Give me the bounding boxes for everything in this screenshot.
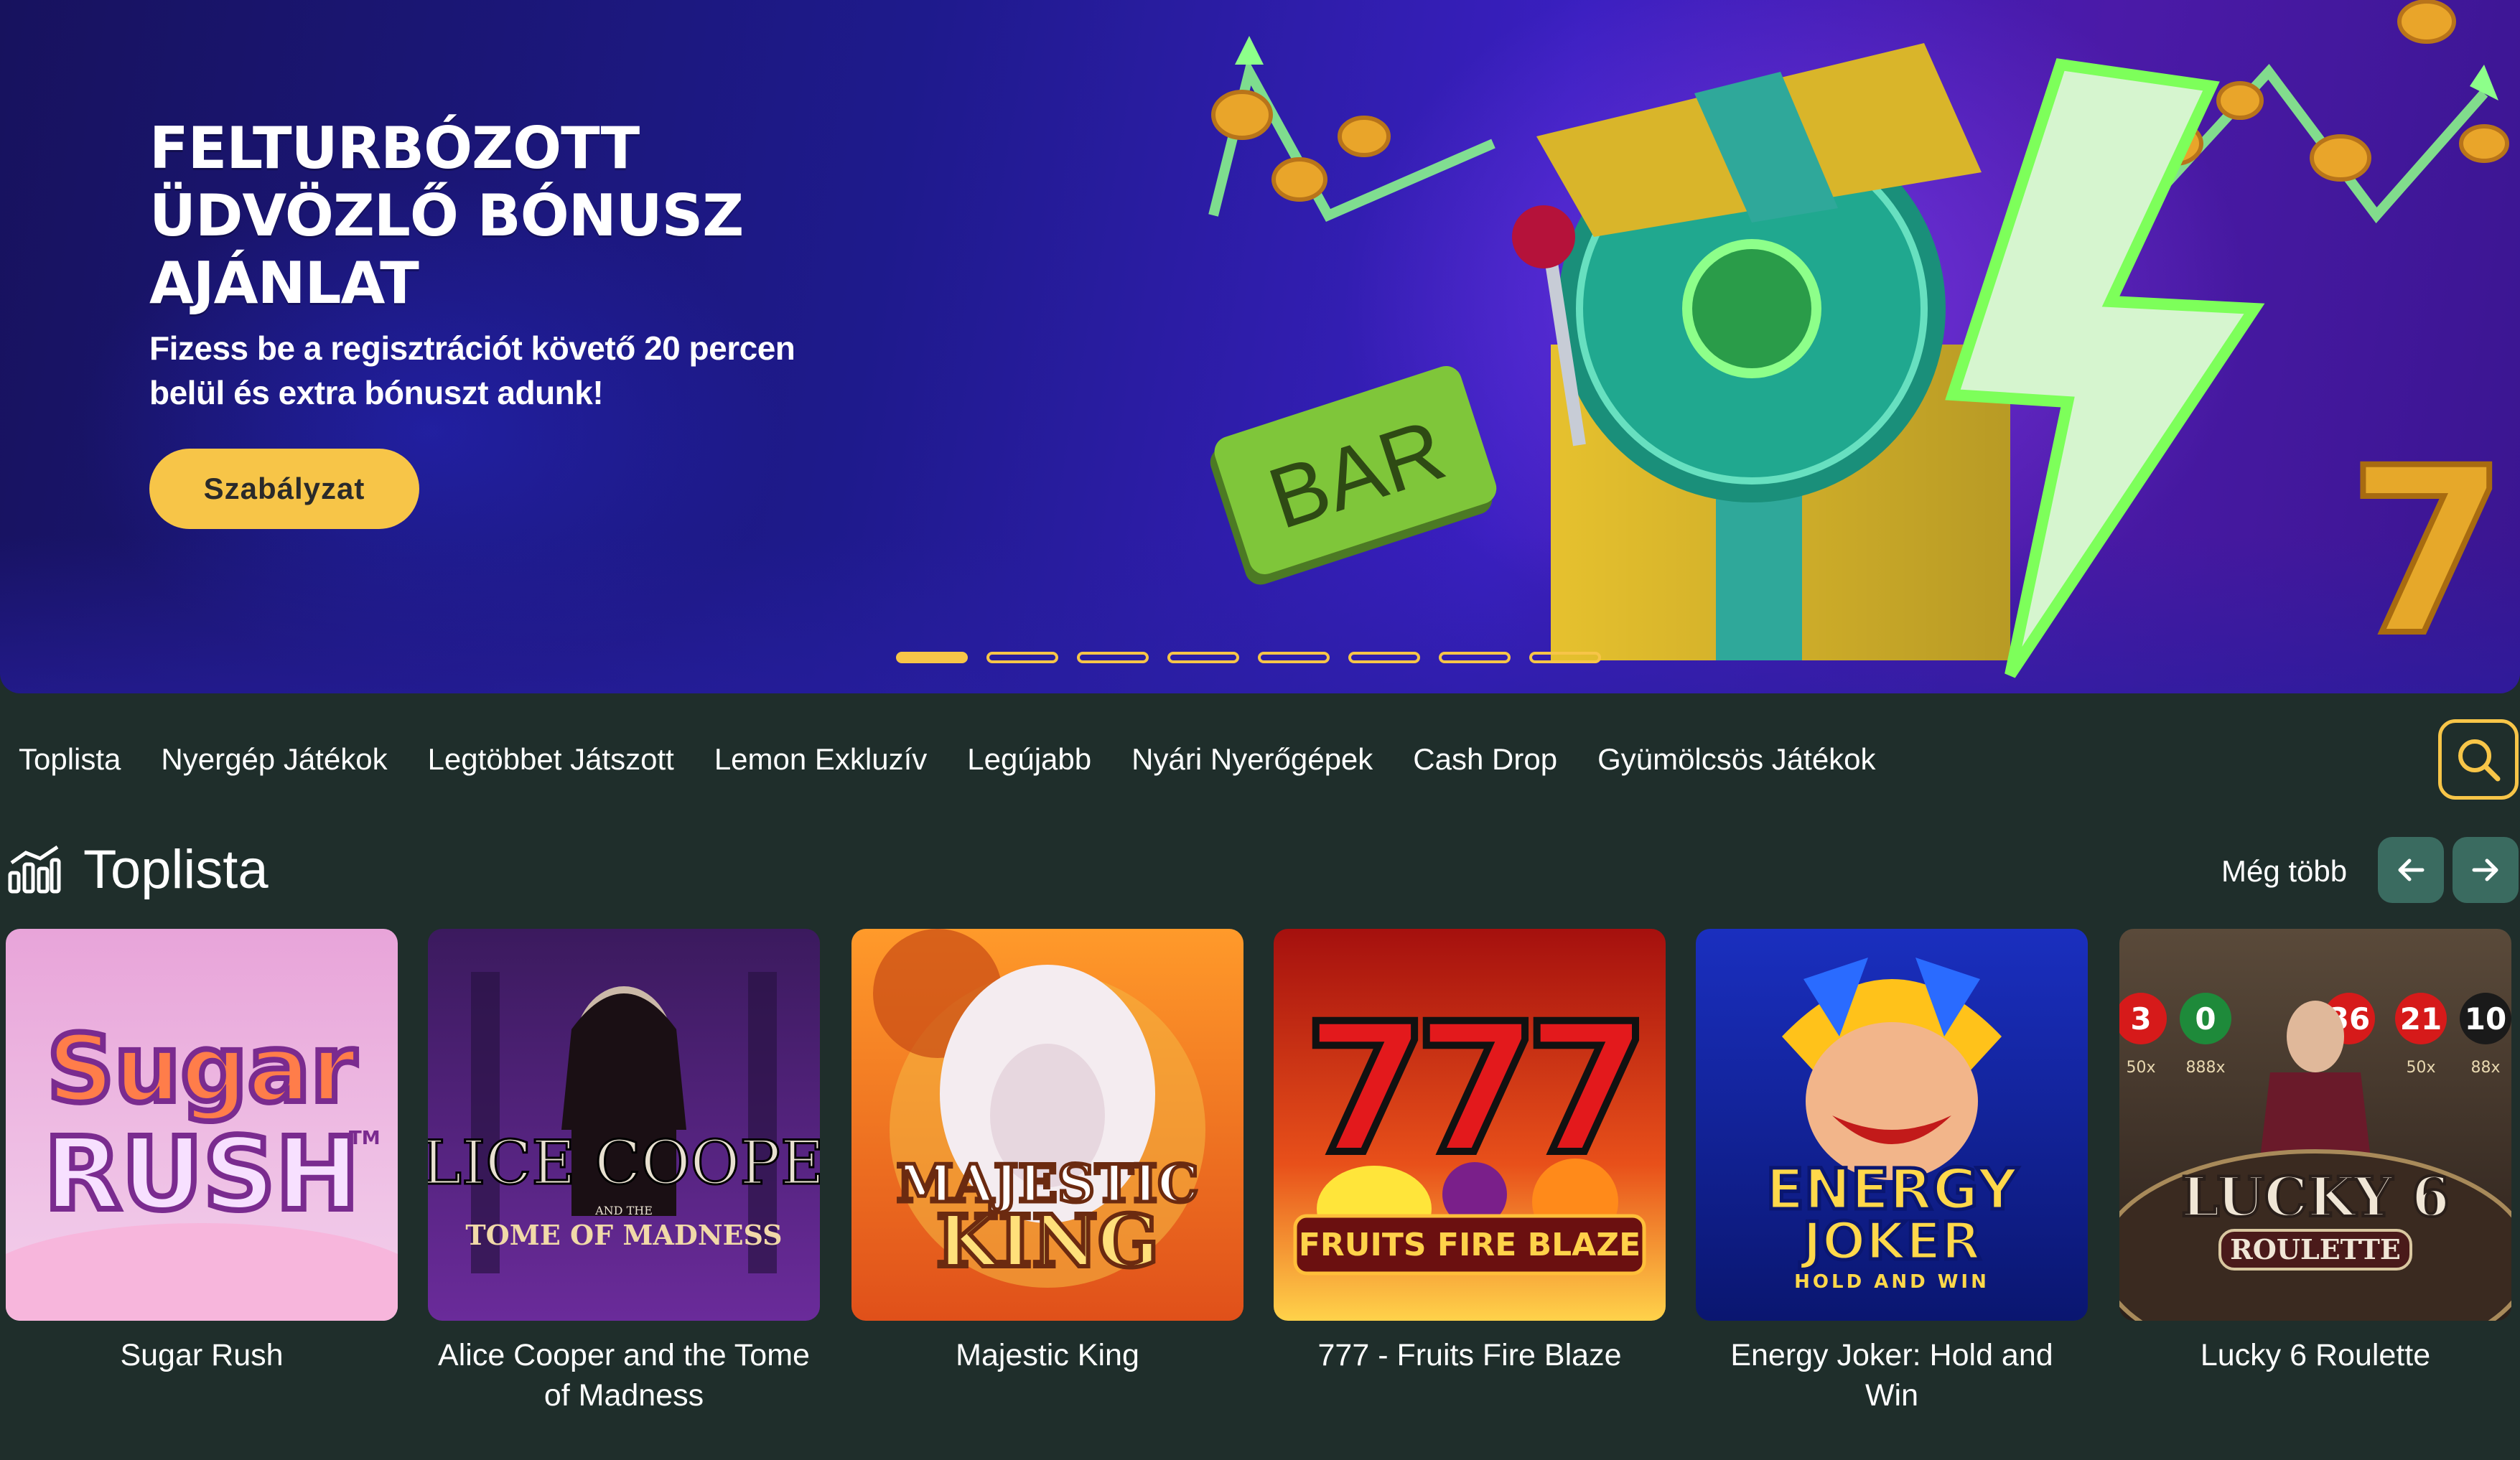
category-newest[interactable]: Legújabb [967, 742, 1091, 777]
game-title[interactable]: Alice Cooper and the Tome of Madness [428, 1335, 820, 1415]
hero-banner[interactable]: BAR 7 FELTURBÓZOTT ÜDVÖZLŐ BÓNUSZ AJÁNLA… [0, 0, 2520, 693]
category-most-played[interactable]: Legtöbbet Játszott [428, 742, 674, 777]
game-title[interactable]: 777 - Fruits Fire Blaze [1274, 1335, 1666, 1375]
alice-cooper-subtitle: AND THE [594, 1204, 653, 1217]
game-thumbnail[interactable]: ENERGY JOKER HOLD AND WIN [1696, 929, 2088, 1321]
carousel-dot-1[interactable] [896, 652, 968, 663]
sugar-rush-logo-top: Sugar [47, 1014, 356, 1123]
game-thumbnail[interactable]: 777 FRUITS FIRE BLAZE [1274, 929, 1666, 1321]
carousel-dot-7[interactable] [1439, 652, 1511, 663]
roulette-multiplier-1: 50x [2126, 1059, 2155, 1077]
roulette-number-0: 0 [2195, 1001, 2216, 1036]
category-summer-slots[interactable]: Nyári Nyerőgépek [1131, 742, 1373, 777]
game-card-lucky-6-roulette[interactable]: 3 0 36 21 10 50x 888x 50x 88x LUCKY 6 RO… [2119, 929, 2511, 1375]
game-card-777-fruits-fire-blaze[interactable]: 777 FRUITS FIRE BLAZE 777 - Fruits Fire … [1274, 929, 1666, 1375]
game-title[interactable]: Majestic King [851, 1335, 1243, 1375]
rules-button[interactable]: Szabályzat [149, 449, 419, 529]
category-cash-drop[interactable]: Cash Drop [1413, 742, 1557, 777]
hero-title: FELTURBÓZOTT ÜDVÖZLŐ BÓNUSZ AJÁNLAT [149, 115, 744, 317]
carousel-dot-3[interactable] [1077, 652, 1149, 663]
game-thumbnail[interactable]: 3 0 36 21 10 50x 888x 50x 88x LUCKY 6 RO… [2119, 929, 2511, 1321]
roulette-multiplier-3: 50x [2406, 1059, 2435, 1077]
carousel-dot-8[interactable] [1529, 652, 1601, 663]
carousel-prev-button[interactable] [2378, 837, 2444, 903]
more-link[interactable]: Még több [2221, 854, 2347, 889]
carousel-next-button[interactable] [2453, 837, 2519, 903]
game-card-majestic-king[interactable]: MAJESTIC KING Majestic King [851, 929, 1243, 1375]
roulette-multiplier-2: 888x [2185, 1059, 2225, 1077]
roulette-number-3: 3 [2130, 1001, 2151, 1036]
game-thumbnail[interactable]: Sugar RUSH TM [6, 929, 398, 1321]
carousel-dot-5[interactable] [1258, 652, 1330, 663]
roulette-number-10: 10 [2465, 1001, 2506, 1036]
hero-subtitle: Fizess be a regisztrációt követő 20 perc… [149, 329, 795, 411]
section-title: Toplista [83, 839, 269, 900]
carousel-dot-2[interactable] [986, 652, 1058, 663]
game-title[interactable]: Lucky 6 Roulette [2119, 1335, 2511, 1375]
seven-symbol-text: 7 [2348, 419, 2508, 686]
roulette-multiplier-4: 88x [2470, 1059, 2500, 1077]
carousel-dot-6[interactable] [1348, 652, 1420, 663]
chart-icon [8, 845, 61, 894]
energy-joker-hold-and-win: HOLD AND WIN [1794, 1271, 1989, 1293]
roulette-logo: ROULETTE [2230, 1233, 2401, 1265]
game-title[interactable]: Energy Joker: Hold and Win [1696, 1335, 2088, 1415]
hero-illustration: BAR 7 [1208, 0, 2511, 689]
category-toplista[interactable]: Toplista [19, 742, 121, 777]
alice-cooper-tome: TOME OF MADNESS [465, 1219, 782, 1251]
category-nav: Toplista Nyergép Játékok Legtöbbet Játsz… [19, 742, 1876, 777]
game-title[interactable]: Sugar Rush [6, 1335, 398, 1375]
alice-cooper-logo: ALICE COOPER [428, 1128, 820, 1198]
search-button[interactable] [2438, 719, 2519, 800]
category-lemon-exclusive[interactable]: Lemon Exkluzív [714, 742, 927, 777]
sugar-rush-logo-tm: TM [349, 1128, 381, 1149]
sugar-rush-logo-bottom: RUSH [44, 1116, 359, 1233]
hero-text-block: FELTURBÓZOTT ÜDVÖZLŐ BÓNUSZ AJÁNLAT Fize… [149, 115, 1011, 415]
search-icon [2458, 739, 2501, 782]
fruits-fire-blaze-logo: FRUITS FIRE BLAZE [1299, 1227, 1641, 1263]
game-thumbnail[interactable]: ALICE COOPER AND THE TOME OF MADNESS [428, 929, 820, 1321]
game-card-energy-joker[interactable]: ENERGY JOKER HOLD AND WIN Energy Joker: … [1696, 929, 2088, 1415]
game-card-sugar-rush[interactable]: Sugar RUSH TM Sugar Rush [6, 929, 398, 1375]
roulette-number-21: 21 [2400, 1001, 2442, 1036]
arrow-left-icon [2398, 858, 2425, 881]
energy-joker-logo-bottom: JOKER [1799, 1211, 1981, 1271]
majestic-king-logo-bottom: KING [936, 1199, 1159, 1283]
category-fruit-games[interactable]: Gyümölcsös Játékok [1597, 742, 1875, 777]
game-thumbnail[interactable]: MAJESTIC KING [851, 929, 1243, 1321]
carousel-dots [896, 652, 1601, 663]
category-slot-games[interactable]: Nyergép Játékok [161, 742, 387, 777]
game-card-alice-cooper[interactable]: ALICE COOPER AND THE TOME OF MADNESS Ali… [428, 929, 820, 1415]
carousel-dot-4[interactable] [1167, 652, 1239, 663]
lucky-6-logo: LUCKY 6 [2181, 1165, 2450, 1229]
arrow-right-icon [2472, 858, 2498, 881]
